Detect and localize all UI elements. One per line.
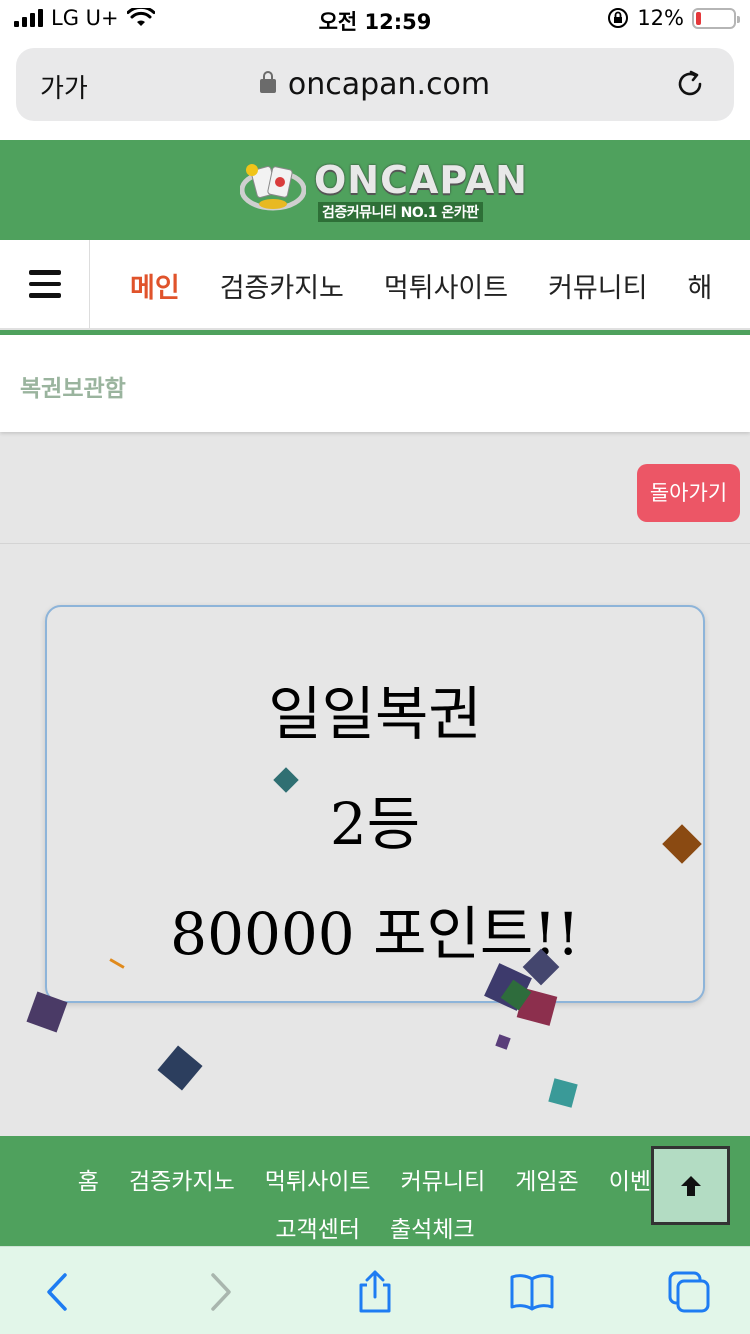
footer-link-verified-casino[interactable]: 검증카지노 [129,1162,235,1196]
footer-link-attendance[interactable]: 출석체크 [390,1210,475,1244]
footer-links: 홈 검증카지노 먹튀사이트 커뮤니티 게임존 이벤트 [0,1162,750,1196]
lottery-name: 일일복권 [268,680,482,748]
back-button[interactable]: 돌아가기 [637,464,740,522]
nav-item-scam-sites[interactable]: 먹튀사이트 [384,266,508,305]
back-chevron-icon[interactable] [35,1269,81,1315]
status-bar: LG U+ 오전 12:59 12% [0,0,750,42]
arrow-up-icon [680,1175,701,1196]
logo-tagline: 검증커뮤니티 NO.1 온카판 [318,202,483,222]
battery-icon [692,7,740,29]
hamburger-menu-icon[interactable] [0,240,90,328]
result-card: 일일복권 2등 80000 포인트!! [45,605,705,1003]
url-text: oncapan.com [287,67,491,102]
url-display[interactable]: oncapan.com [16,67,734,102]
battery-percent: 12% [637,6,684,30]
confetti-piece [495,1034,511,1050]
forward-chevron-icon[interactable] [197,1269,243,1315]
nav-item-verified-casino[interactable]: 검증카지노 [220,266,344,305]
reload-icon[interactable] [674,68,706,100]
logo-wordmark: ONCAPAN [314,158,528,202]
tabs-icon[interactable] [666,1269,712,1315]
lock-icon [259,71,276,93]
scroll-top-button[interactable] [651,1146,730,1225]
browser-url-area: 가가 oncapan.com [0,42,750,140]
site-footer: 홈 검증카지노 먹튀사이트 커뮤니티 게임존 이벤트 고객센터 출석체크 [0,1136,750,1246]
nav-item-main[interactable]: 메인 [130,266,180,305]
nav-item-more[interactable]: 해 [687,266,712,305]
footer-links-2: 고객센터 출석체크 [0,1210,750,1244]
footer-link-support[interactable]: 고객센터 [275,1210,360,1244]
prize-points: 80000 포인트!! [170,900,580,968]
page-title: 복권보관함 [20,376,126,402]
main-nav: 메인 검증카지노 먹튀사이트 커뮤니티 해 [0,240,750,330]
share-icon[interactable] [352,1269,398,1315]
site-header: ONCAPAN 검증커뮤니티 NO.1 온카판 [0,140,750,240]
page-title-box: 복권보관함 [0,335,750,432]
address-bar[interactable]: 가가 oncapan.com [16,48,734,121]
status-right: 12% [607,6,740,30]
lottery-result-panel: 일일복권 2등 80000 포인트!! [0,543,750,1138]
prize-rank: 2등 [329,790,421,858]
footer-link-community[interactable]: 커뮤니티 [401,1162,486,1196]
cards-emblem-icon [240,164,306,211]
nav-item-community[interactable]: 커뮤니티 [548,266,647,305]
browser-toolbar [0,1246,750,1334]
orientation-lock-icon [608,8,629,28]
confetti-piece [157,1045,203,1091]
nav-items: 메인 검증카지노 먹튀사이트 커뮤니티 해 [130,266,712,305]
footer-link-scam-sites[interactable]: 먹튀사이트 [265,1162,371,1196]
site-logo[interactable]: ONCAPAN 검증커뮤니티 NO.1 온카판 [240,158,527,224]
footer-link-game-zone[interactable]: 게임존 [515,1162,578,1196]
bookmarks-icon[interactable] [509,1269,555,1315]
confetti-piece [548,1078,578,1108]
footer-link-home[interactable]: 홈 [78,1162,99,1196]
